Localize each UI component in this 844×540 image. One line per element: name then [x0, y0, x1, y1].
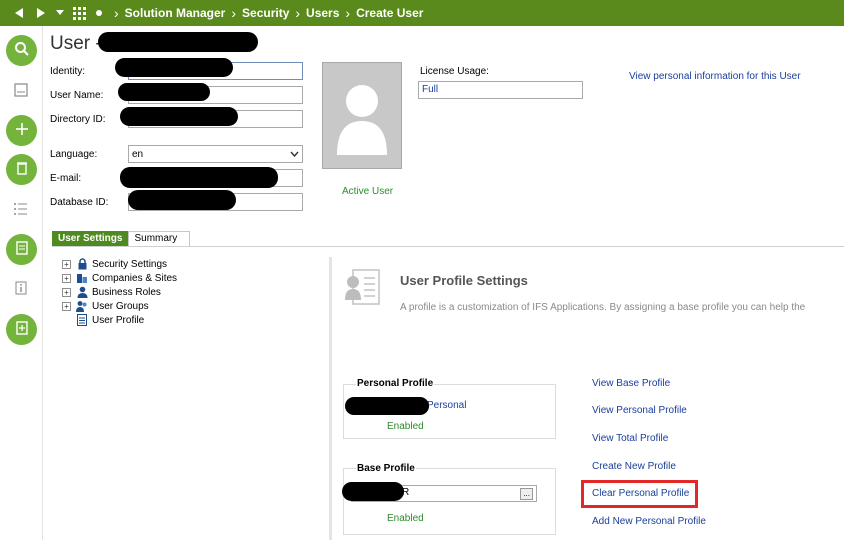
- dropdown-caret-icon[interactable]: [52, 10, 68, 16]
- email-label: E-mail:: [50, 173, 82, 184]
- view-personal-info-link[interactable]: View personal information for this User: [629, 71, 801, 82]
- tree-item-label: Business Roles: [92, 286, 161, 298]
- details-button[interactable]: [6, 234, 37, 265]
- redacted-personal-profile: [345, 397, 429, 415]
- document-icon: [15, 240, 29, 259]
- new-document-button[interactable]: [6, 314, 37, 345]
- directory-id-label: Directory ID:: [50, 114, 106, 125]
- identity-label: Identity:: [50, 66, 86, 77]
- expand-icon[interactable]: +: [62, 301, 71, 311]
- page-title: User -: [50, 33, 102, 54]
- dot-icon[interactable]: [90, 10, 108, 16]
- expand-icon[interactable]: +: [62, 287, 71, 297]
- delete-button[interactable]: [6, 154, 37, 185]
- info-button[interactable]: [11, 279, 31, 299]
- tree-item-business-roles[interactable]: + Business Roles: [62, 285, 161, 299]
- person-icon: [76, 286, 88, 298]
- tree-item-companies-sites[interactable]: + Companies & Sites: [62, 271, 177, 285]
- highlight-box: [581, 480, 698, 508]
- building-icon: [76, 272, 88, 284]
- user-photo[interactable]: [322, 62, 402, 169]
- profile-settings-title: User Profile Settings: [400, 273, 528, 288]
- language-label: Language:: [50, 149, 98, 160]
- chevron-down-icon: [290, 149, 299, 160]
- redacted-identity: [115, 58, 233, 77]
- language-select[interactable]: en: [128, 145, 303, 163]
- tab-summary[interactable]: Summary: [128, 231, 191, 246]
- tree-item-label: Security Settings: [92, 258, 168, 270]
- settings-tabs: User Settings Summary: [52, 231, 191, 246]
- profile-document-icon: [76, 314, 88, 326]
- view-total-profile-link[interactable]: View Total Profile: [592, 433, 668, 444]
- plus-icon: [14, 121, 30, 140]
- top-navigation-bar: › Solution Manager › Security › Users › …: [0, 0, 844, 26]
- base-profile-title: Base Profile: [356, 463, 416, 474]
- search-button[interactable]: [6, 35, 37, 66]
- profile-description: A profile is a customization of IFS Appl…: [400, 302, 806, 313]
- info-icon: [13, 280, 29, 299]
- breadcrumb-separator-icon: ›: [295, 5, 301, 21]
- forward-arrow-icon[interactable]: [30, 7, 52, 19]
- tab-user-settings[interactable]: User Settings: [52, 231, 129, 246]
- search-icon: [14, 41, 30, 60]
- personal-profile-value[interactable]: Personal: [427, 400, 466, 411]
- license-usage-field[interactable]: Full: [418, 81, 583, 99]
- view-base-profile-link[interactable]: View Base Profile: [592, 378, 670, 389]
- tree-item-label: User Groups: [92, 300, 149, 312]
- active-user-status: Active User: [342, 186, 394, 197]
- language-value: en: [132, 148, 144, 160]
- expand-icon[interactable]: +: [62, 259, 71, 269]
- breadcrumb-separator-icon: ›: [114, 5, 119, 21]
- expand-icon[interactable]: +: [62, 273, 71, 283]
- add-new-personal-profile-link[interactable]: Add New Personal Profile: [592, 516, 706, 527]
- tree-item-security-settings[interactable]: + Security Settings: [62, 257, 167, 271]
- tree-item-label: Companies & Sites: [92, 272, 178, 284]
- breadcrumb-create-user[interactable]: Create User: [356, 6, 423, 20]
- redacted-directory-id: [120, 107, 238, 126]
- breadcrumb-separator-icon: ›: [345, 5, 351, 21]
- group-icon: [76, 300, 88, 312]
- tree-item-user-profile[interactable]: User Profile: [76, 313, 144, 327]
- list-button[interactable]: [11, 200, 31, 220]
- action-sidebar: [0, 26, 43, 540]
- username-label: User Name:: [50, 90, 104, 101]
- breadcrumb-security[interactable]: Security: [242, 6, 289, 20]
- add-button[interactable]: [6, 115, 37, 146]
- create-new-profile-link[interactable]: Create New Profile: [592, 461, 676, 472]
- base-profile-status: Enabled: [387, 513, 424, 524]
- personal-profile-title: Personal Profile: [356, 378, 435, 389]
- redacted-database-id: [128, 190, 236, 210]
- view-button[interactable]: [11, 81, 31, 101]
- tree-item-user-groups[interactable]: + User Groups: [62, 299, 149, 313]
- list-icon: [13, 201, 29, 220]
- license-usage-value: Full: [422, 84, 439, 95]
- profile-settings-icon: [345, 268, 381, 309]
- redacted-email: [120, 167, 278, 188]
- redacted-title: [98, 32, 258, 52]
- lock-icon: [76, 258, 88, 270]
- redacted-base-profile: [342, 482, 404, 501]
- view-personal-profile-link[interactable]: View Personal Profile: [592, 405, 687, 416]
- window-icon: [13, 82, 29, 101]
- back-arrow-icon[interactable]: [8, 7, 30, 19]
- breadcrumb-separator-icon: ›: [231, 5, 237, 21]
- breadcrumb-users[interactable]: Users: [306, 6, 339, 20]
- base-profile-browse-button[interactable]: ...: [520, 487, 533, 500]
- redacted-username: [118, 83, 210, 101]
- apps-grid-icon[interactable]: [68, 6, 90, 20]
- new-document-icon: [15, 320, 29, 339]
- trash-icon: [15, 160, 29, 179]
- user-avatar-icon: [323, 85, 401, 171]
- tree-item-label: User Profile: [92, 314, 145, 326]
- license-usage-label: License Usage:: [420, 66, 489, 77]
- breadcrumb-solution-manager[interactable]: Solution Manager: [125, 6, 226, 20]
- database-id-label: Database ID:: [50, 197, 109, 208]
- personal-profile-status: Enabled: [387, 421, 424, 432]
